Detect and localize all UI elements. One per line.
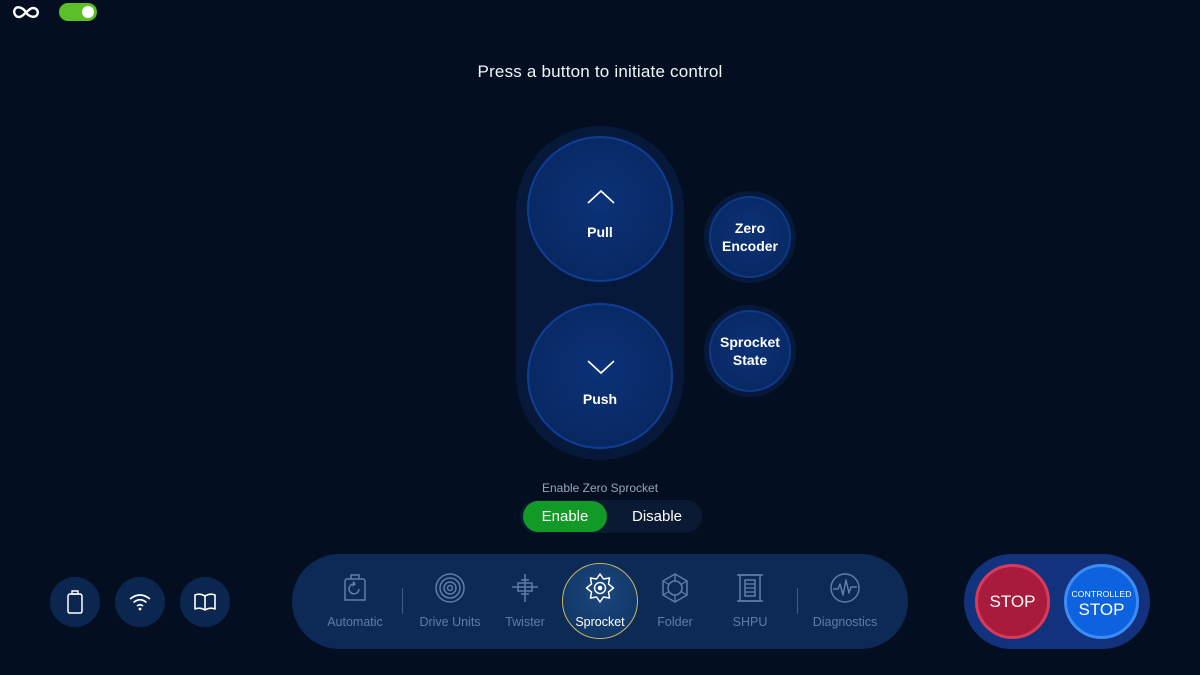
enable-button[interactable]: Enable <box>523 501 607 532</box>
stop-controls: STOP CONTROLLED STOP <box>964 554 1150 649</box>
zero-encoder-label-line2: Encoder <box>721 238 778 254</box>
pull-label: Pull <box>587 224 613 240</box>
shpu-icon <box>737 574 763 602</box>
stop-button[interactable]: STOP <box>975 564 1050 639</box>
battery-icon <box>67 590 83 614</box>
chevron-down-icon <box>587 360 615 375</box>
toggle-knob <box>82 6 94 18</box>
nav-item-diagnostics[interactable]: Diagnostics <box>805 564 885 640</box>
zero-encoder-wrap: Zero Encoder <box>704 191 796 283</box>
controlled-stop-button[interactable]: CONTROLLED STOP <box>1064 564 1139 639</box>
folder-icon <box>662 573 688 603</box>
sprocket-state-wrap: Sprocket State <box>704 305 796 397</box>
chevron-up-icon <box>587 189 615 204</box>
bottom-navigation: Automatic Drive Units Twister Sprocket F… <box>292 554 908 649</box>
sprocket-state-label-line1: Sprocket <box>720 334 780 350</box>
controlled-stop-caption: CONTROLLED <box>1071 589 1132 599</box>
drive-units-icon <box>435 573 465 603</box>
instruction-text: Press a button to initiate control <box>477 62 723 81</box>
twister-icon <box>512 574 538 602</box>
sprocket-icon <box>585 573 615 603</box>
nav-divider <box>402 588 403 614</box>
sprocket-state-label-line2: State <box>732 352 768 368</box>
manual-button[interactable] <box>180 577 230 627</box>
diagnostics-icon <box>830 573 860 603</box>
sprocket-state-button[interactable]: Sprocket State <box>709 310 791 392</box>
zero-encoder-label-line1: Zero <box>734 220 766 236</box>
automatic-icon <box>344 574 366 601</box>
battery-button[interactable] <box>50 577 100 627</box>
nav-label-automatic: Automatic <box>327 615 383 629</box>
power-toggle[interactable] <box>59 3 97 21</box>
nav-label-shpu: SHPU <box>732 615 768 629</box>
book-icon <box>194 593 216 611</box>
zero-sprocket-title: Enable Zero Sprocket <box>541 481 659 495</box>
nav-label-diagnostics: Diagnostics <box>812 615 878 629</box>
nav-divider <box>797 588 798 614</box>
nav-item-automatic[interactable]: Automatic <box>315 564 395 640</box>
zero-sprocket-switch: Enable Disable <box>520 500 702 533</box>
infinity-icon <box>13 6 39 19</box>
pull-button[interactable]: Pull <box>527 136 673 282</box>
controlled-stop-label: STOP <box>1078 600 1125 619</box>
wifi-button[interactable] <box>115 577 165 627</box>
disable-button[interactable]: Disable <box>616 500 698 533</box>
push-button[interactable]: Push <box>527 303 673 449</box>
wifi-icon <box>129 594 151 611</box>
push-label: Push <box>582 391 618 407</box>
nav-item-shpu[interactable]: SHPU <box>710 564 790 640</box>
zero-encoder-button[interactable]: Zero Encoder <box>709 196 791 278</box>
